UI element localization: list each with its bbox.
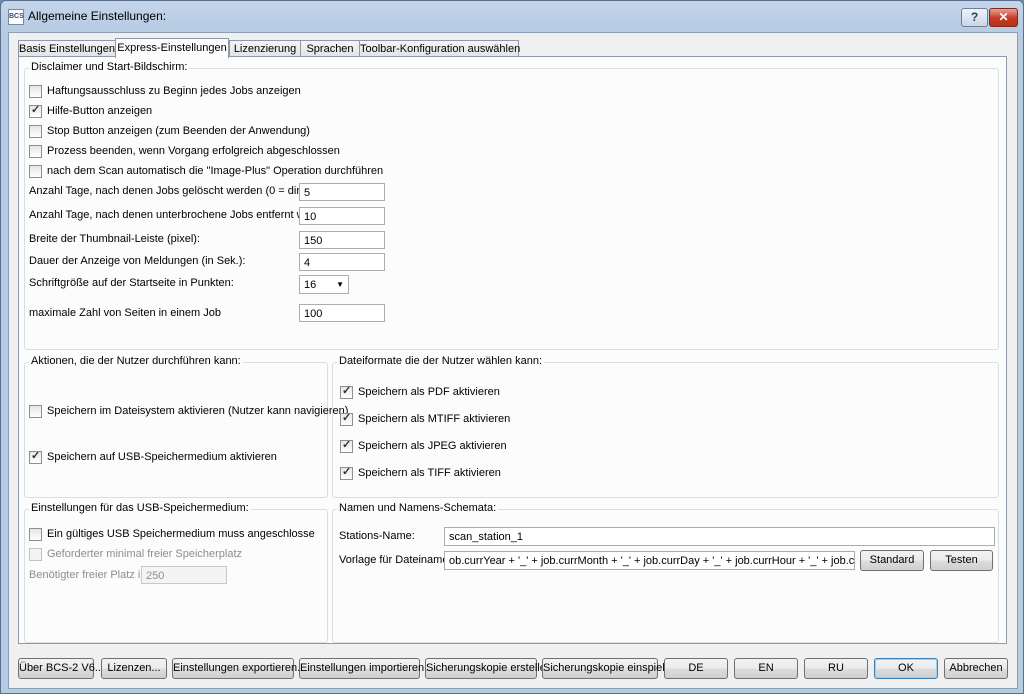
tiff-checkbox-row[interactable]: Speichern als TIFF aktivieren	[340, 465, 501, 481]
cancel-button[interactable]: Abbrechen	[944, 658, 1008, 679]
naming-group-title: Namen und Namens-Schemata:	[337, 502, 499, 514]
about-button[interactable]: Über BCS-2 V6...	[18, 658, 104, 679]
checkbox[interactable]	[29, 124, 42, 138]
stop-button-checkbox-row[interactable]: Stop Button anzeigen (zum Beenden der An…	[29, 123, 310, 139]
checkbox[interactable]	[29, 164, 42, 178]
disclaimer-group-title: Disclaimer und Start-Bildschirm:	[29, 61, 190, 73]
min-space-checkbox-row: Geforderter minimal freier Speicherplatz	[29, 546, 242, 562]
max-pages-label: maximale Zahl von Seiten in einem Job	[29, 307, 221, 319]
import-settings-button[interactable]: Einstellungen importieren...	[299, 658, 433, 679]
checkbox-label: Speichern als PDF aktivieren	[358, 386, 500, 398]
checkbox-label: Prozess beenden, wenn Vorgang erfolgreic…	[47, 145, 340, 157]
language-en-button[interactable]: EN	[734, 658, 798, 679]
naming-group: Namen und Namens-Schemata: Stations-Name…	[332, 502, 999, 643]
checkbox[interactable]	[340, 438, 353, 453]
thumbnail-width-label: Breite der Thumbnail-Leiste (pixel):	[29, 233, 200, 245]
checkbox-label: Stop Button anzeigen (zum Beenden der An…	[47, 125, 310, 137]
checkbox-label: nach dem Scan automatisch die "Image-Plu…	[47, 165, 384, 177]
delete-days-input[interactable]: 5	[299, 183, 385, 201]
language-de-button[interactable]: DE	[664, 658, 728, 679]
interrupted-days-input[interactable]: 10	[299, 207, 385, 225]
checkbox[interactable]	[29, 404, 42, 418]
checkbox	[29, 547, 42, 561]
delete-days-label: Anzahl Tage, nach denen Jobs gelöscht we…	[29, 185, 322, 197]
window-title: Allgemeine Einstellungen:	[28, 9, 167, 23]
dialog-body: Basis Einstellungen Express-Einstellunge…	[8, 32, 1018, 689]
filename-template-input[interactable]: ob.currYear + '_' + job.currMonth + '_' …	[444, 551, 855, 570]
licenses-button[interactable]: Lizenzen...	[101, 658, 167, 679]
filename-template-label: Vorlage für Dateinamen:	[339, 554, 458, 566]
express-settings-panel: Disclaimer und Start-Bildschirm: Haftung…	[18, 56, 1007, 644]
restore-backup-button[interactable]: Sicherungskopie einspielen	[542, 658, 677, 679]
usb-group-title: Einstellungen für das USB-Speichermedium…	[29, 502, 251, 514]
title-bar[interactable]: BCS Allgemeine Einstellungen: ? ✕	[1, 1, 1023, 31]
font-size-value: 16	[304, 279, 317, 291]
checkbox-label: Hilfe-Button anzeigen	[47, 105, 153, 117]
checkbox[interactable]	[29, 103, 42, 118]
usb-save-checkbox-row[interactable]: Speichern auf USB-Speichermedium aktivie…	[29, 449, 277, 465]
disclaimer-group: Disclaimer und Start-Bildschirm: Haftung…	[24, 61, 999, 350]
end-process-checkbox-row[interactable]: Prozess beenden, wenn Vorgang erfolgreic…	[29, 143, 340, 159]
export-settings-button[interactable]: Einstellungen exportieren...	[172, 658, 306, 679]
checkbox[interactable]	[29, 449, 42, 464]
checkbox-label: Geforderter minimal freier Speicherplatz	[47, 548, 243, 560]
checkbox-label: Ein gültiges USB Speichermedium muss ang…	[47, 528, 315, 540]
station-name-label: Stations-Name:	[339, 530, 415, 542]
message-duration-label: Dauer der Anzeige von Meldungen (in Sek.…	[29, 255, 246, 267]
filesystem-checkbox-row[interactable]: Speichern im Dateisystem aktivieren (Nut…	[29, 403, 348, 419]
standard-button[interactable]: Standard	[860, 550, 924, 571]
create-backup-button[interactable]: Sicherungskopie erstellen	[425, 658, 552, 679]
thumbnail-width-input[interactable]: 150	[299, 231, 385, 249]
checkbox[interactable]	[29, 144, 42, 158]
checkbox-label: Speichern auf USB-Speichermedium aktivie…	[47, 451, 277, 463]
actions-group-title: Aktionen, die der Nutzer durchführen kan…	[29, 355, 243, 367]
checkbox-label: Speichern als TIFF aktivieren	[358, 467, 501, 479]
ok-button[interactable]: OK	[874, 658, 938, 679]
usb-group: Einstellungen für das USB-Speichermedium…	[24, 502, 328, 643]
checkbox[interactable]	[340, 411, 353, 426]
checkbox-label: Speichern als MTIFF aktivieren	[358, 413, 511, 425]
help-button[interactable]: ?	[961, 8, 988, 27]
tab-sprachen[interactable]: Sprachen	[300, 40, 360, 57]
message-duration-input[interactable]: 4	[299, 253, 385, 271]
jpeg-checkbox-row[interactable]: Speichern als JPEG aktivieren	[340, 438, 507, 454]
formats-group: Dateiformate die der Nutzer wählen kann:…	[332, 355, 999, 498]
free-space-label: Benötigter freier Platz in M	[29, 569, 159, 581]
help-button-checkbox-row[interactable]: Hilfe-Button anzeigen	[29, 103, 152, 119]
settings-dialog: BCS Allgemeine Einstellungen: ? ✕ Basis …	[0, 0, 1024, 694]
language-ru-button[interactable]: RU	[804, 658, 868, 679]
checkbox[interactable]	[340, 384, 353, 399]
tab-basis-einstellungen[interactable]: Basis Einstellungen	[18, 40, 116, 57]
dropdown-arrow-icon: ▼	[336, 280, 344, 289]
checkbox-label: Haftungsausschluss zu Beginn jedes Jobs …	[47, 85, 301, 97]
checkbox[interactable]	[29, 527, 42, 541]
app-icon: BCS	[8, 9, 24, 25]
interrupted-days-label: Anzahl Tage, nach denen unterbrochene Jo…	[29, 209, 336, 221]
pdf-checkbox-row[interactable]: Speichern als PDF aktivieren	[340, 384, 500, 400]
mtiff-checkbox-row[interactable]: Speichern als MTIFF aktivieren	[340, 411, 510, 427]
test-button[interactable]: Testen	[930, 550, 993, 571]
font-size-select[interactable]: 16 ▼	[299, 275, 349, 294]
checkbox-label: Speichern als JPEG aktivieren	[358, 440, 507, 452]
tab-lizenzierung[interactable]: Lizenzierung	[229, 40, 301, 57]
station-name-input[interactable]: scan_station_1	[444, 527, 995, 546]
image-plus-checkbox-row[interactable]: nach dem Scan automatisch die "Image-Plu…	[29, 163, 383, 179]
formats-group-title: Dateiformate die der Nutzer wählen kann:	[337, 355, 544, 367]
checkbox[interactable]	[29, 84, 42, 98]
checkbox[interactable]	[340, 465, 353, 480]
disclaimer-checkbox-row[interactable]: Haftungsausschluss zu Beginn jedes Jobs …	[29, 83, 301, 99]
tab-express-einstellungen[interactable]: Express-Einstellungen	[115, 38, 229, 58]
checkbox-label: Speichern im Dateisystem aktivieren (Nut…	[47, 405, 349, 417]
font-size-label: Schriftgröße auf der Startseite in Punkt…	[29, 277, 234, 289]
free-space-input: 250	[141, 566, 227, 584]
close-button[interactable]: ✕	[989, 8, 1018, 27]
tab-toolbar-konfiguration[interactable]: Toolbar-Konfiguration auswählen	[359, 40, 520, 57]
max-pages-input[interactable]: 100	[299, 304, 385, 322]
actions-group: Aktionen, die der Nutzer durchführen kan…	[24, 355, 348, 498]
usb-required-checkbox-row[interactable]: Ein gültiges USB Speichermedium muss ang…	[29, 526, 315, 542]
